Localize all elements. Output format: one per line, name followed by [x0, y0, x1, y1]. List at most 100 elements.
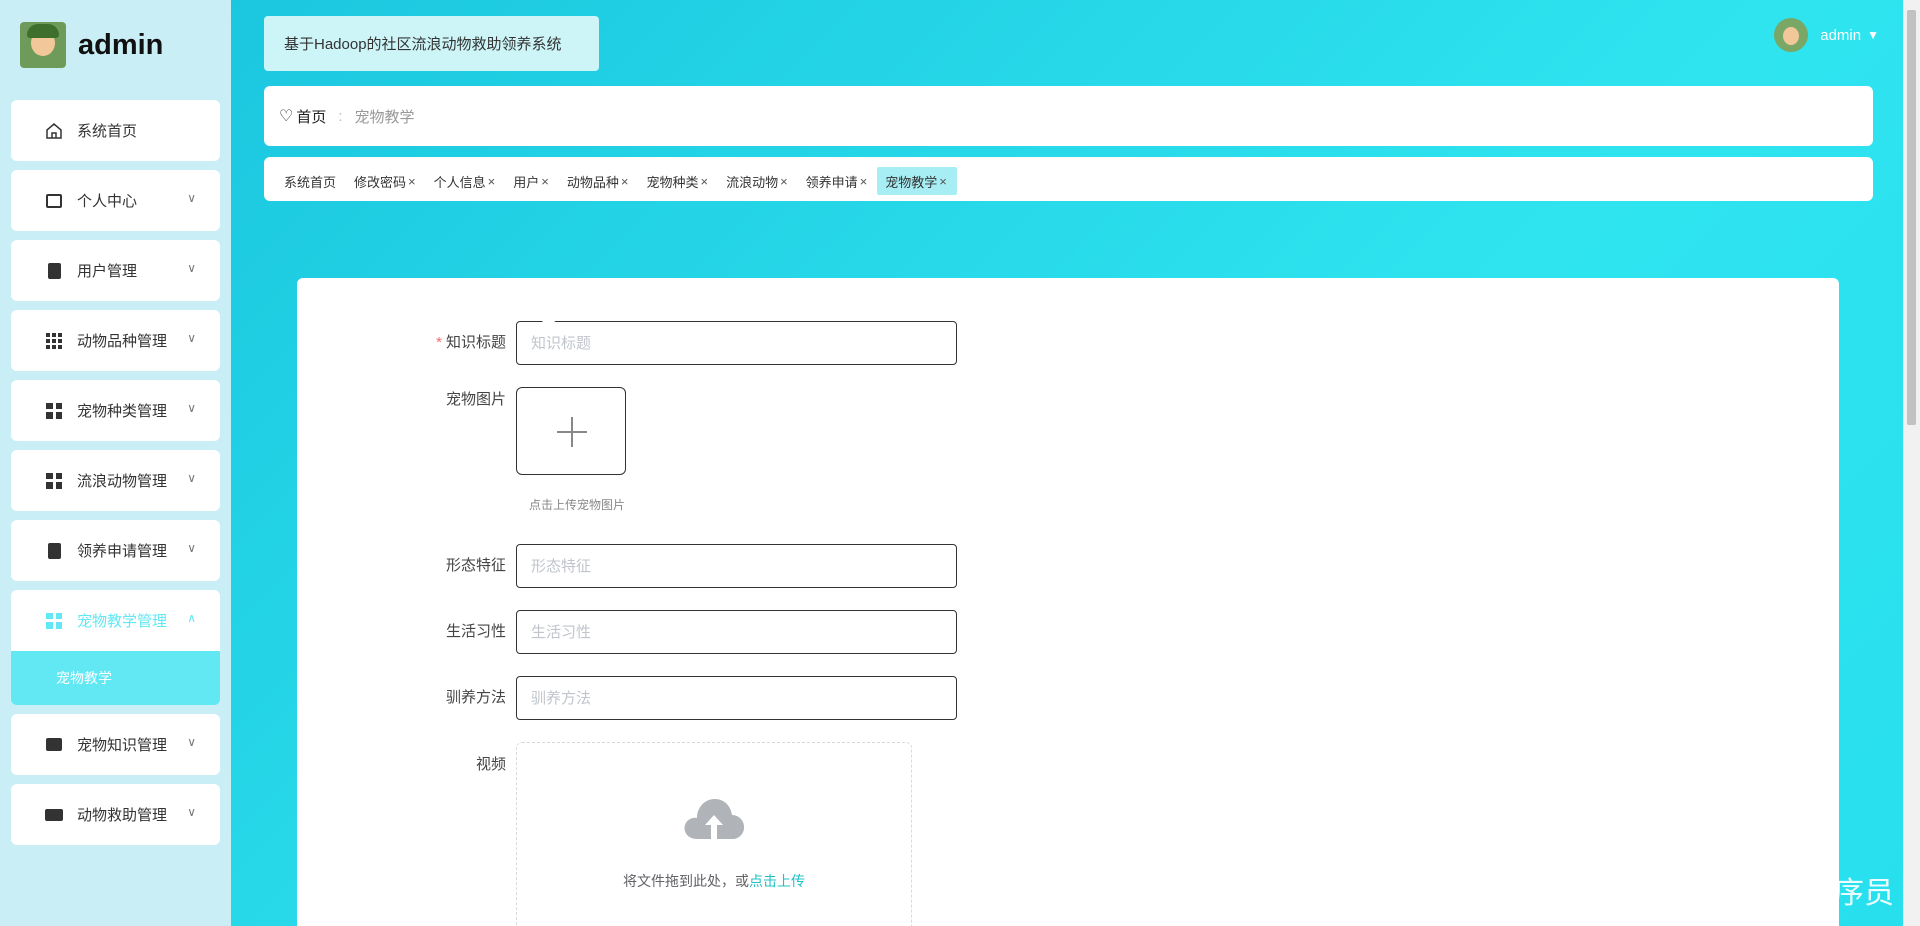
sidebar-item-home[interactable]: 系统首页 — [11, 100, 220, 161]
tab-label: 宠物教学 — [885, 175, 938, 190]
training-input[interactable] — [516, 676, 957, 720]
grid-icon — [45, 402, 63, 420]
tab-label: 宠物种类 — [646, 175, 699, 190]
cloud-upload-icon — [684, 799, 745, 839]
image-upload-button[interactable] — [516, 387, 626, 475]
brand: admin — [20, 22, 163, 68]
chevron-down-icon: ∨ — [187, 805, 196, 819]
submenu-item-teaching[interactable]: 宠物教学 — [11, 651, 220, 705]
clipboard-icon — [45, 262, 63, 280]
breadcrumb-separator: : — [338, 107, 343, 125]
close-icon[interactable]: × — [408, 174, 416, 189]
chevron-up-icon: ∧ — [187, 611, 196, 625]
habits-input[interactable] — [516, 610, 957, 654]
sidebar-menu: 系统首页 个人中心 ∨ 用户管理 ∨ 动物品种管理 ∨ 宠物种类管理 ∨ 流浪动… — [11, 100, 220, 854]
user-avatar — [1774, 18, 1809, 52]
close-icon[interactable]: × — [488, 174, 496, 189]
sidebar-item-label: 宠物种类管理 — [77, 403, 168, 420]
drop-instruction: 将文件拖到此处，或 — [623, 873, 749, 889]
title-label: * 知识标题 — [297, 321, 516, 365]
sidebar-item-label: 宠物知识管理 — [77, 737, 168, 754]
sidebar-item-label: 宠物教学管理 — [77, 613, 168, 630]
label-text: 知识标题 — [445, 334, 506, 351]
wallet-icon — [45, 736, 63, 754]
sidebar-item-pet-types[interactable]: 宠物种类管理 ∨ — [11, 380, 220, 441]
admin-avatar — [20, 22, 66, 68]
form-row-image: 宠物图片 — [297, 387, 626, 475]
dropzone-text: 将文件拖到此处，或点击上传 — [517, 871, 911, 891]
scrollbar-thumb[interactable] — [1907, 10, 1916, 425]
sidebar-item-label: 领养申请管理 — [77, 543, 168, 560]
sidebar-item-users[interactable]: 用户管理 ∨ — [11, 240, 220, 301]
close-icon[interactable]: × — [780, 174, 788, 189]
tab-adoptions[interactable]: 领养申请 × — [798, 167, 878, 195]
close-icon[interactable]: × — [939, 174, 947, 189]
sidebar-item-adoptions[interactable]: 领养申请管理 ∨ — [11, 520, 220, 581]
video-dropzone[interactable]: 将文件拖到此处，或点击上传 — [516, 742, 912, 926]
tab-home[interactable]: 系统首页 — [276, 167, 346, 195]
tab-personal-info[interactable]: 个人信息 × — [426, 167, 506, 195]
sidebar: admin 系统首页 个人中心 ∨ 用户管理 ∨ 动物品种管理 ∨ 宠物种类管理… — [0, 0, 231, 926]
sidebar-item-rescue[interactable]: 动物救助管理 ∨ — [11, 784, 220, 845]
required-mark: * — [436, 334, 442, 351]
system-title: 基于Hadoop的社区流浪动物救助领养系统 — [264, 16, 599, 71]
chevron-down-icon: ∨ — [187, 331, 196, 345]
sidebar-item-label: 动物品种管理 — [77, 333, 168, 350]
grid-icon — [45, 472, 63, 490]
user-menu[interactable]: admin ▼ — [1774, 18, 1879, 52]
features-label: 形态特征 — [445, 557, 506, 574]
form-card: *知识标题 宠物图片 点击上传宠物图片 形态特征 生活习性 驯养方法 视频 — [297, 278, 1839, 926]
tab-label: 流浪动物 — [726, 175, 779, 190]
tab-breeds[interactable]: 动物品种 × — [559, 167, 639, 195]
tab-change-password[interactable]: 修改密码 × — [346, 167, 426, 195]
chevron-down-icon: ∨ — [187, 735, 196, 749]
chevron-down-icon: ∨ — [187, 471, 196, 485]
close-icon[interactable]: × — [700, 174, 708, 189]
features-input[interactable] — [516, 544, 957, 588]
tab-label: 个人信息 — [433, 175, 486, 190]
training-label: 驯养方法 — [445, 689, 506, 706]
tab-label: 系统首页 — [284, 175, 337, 190]
plus-icon-bar — [571, 417, 573, 447]
sidebar-item-label: 系统首页 — [77, 123, 138, 140]
close-icon[interactable]: × — [541, 174, 549, 189]
sidebar-item-strays[interactable]: 流浪动物管理 ∨ — [11, 450, 220, 511]
chevron-down-icon: ∨ — [187, 541, 196, 555]
close-icon[interactable]: × — [860, 174, 868, 189]
breadcrumb-current: 宠物教学 — [354, 108, 415, 126]
sidebar-item-label: 流浪动物管理 — [77, 473, 168, 490]
sidebar-item-breeds[interactable]: 动物品种管理 ∨ — [11, 310, 220, 371]
form-row-features: 形态特征 — [297, 544, 957, 588]
tab-users[interactable]: 用户 × — [505, 167, 559, 195]
tab-teaching[interactable]: 宠物教学 × — [877, 167, 957, 195]
sidebar-item-knowledge[interactable]: 宠物知识管理 ∨ — [11, 714, 220, 775]
caret-down-icon: ▼ — [1867, 28, 1879, 42]
home-icon — [45, 122, 63, 140]
ticket-icon — [45, 806, 63, 824]
page-scrollbar[interactable] — [1903, 0, 1920, 926]
tab-label: 领养申请 — [805, 175, 858, 190]
sidebar-item-profile[interactable]: 个人中心 ∨ — [11, 170, 220, 231]
tabs-bar: 系统首页 修改密码 × 个人信息 × 用户 × 动物品种 × 宠物种类 × 流浪动物 × 领… — [264, 157, 1873, 201]
tab-label: 动物品种 — [566, 175, 619, 190]
tab-pet-types[interactable]: 宠物种类 × — [638, 167, 718, 195]
clipboard-icon — [45, 542, 63, 560]
form-row-habits: 生活习性 — [297, 610, 957, 654]
close-icon[interactable]: × — [621, 174, 629, 189]
form-row-training: 驯养方法 — [297, 676, 957, 720]
heart-icon: ♡ — [279, 108, 294, 125]
sidebar-item-teaching[interactable]: 宠物教学管理 ∧ — [11, 590, 220, 651]
sidebar-item-label: 个人中心 — [77, 193, 138, 210]
form-row-video: 视频 将文件拖到此处，或点击上传 — [297, 742, 912, 926]
tab-label: 修改密码 — [354, 175, 407, 190]
click-upload-link[interactable]: 点击上传 — [749, 873, 805, 889]
chevron-down-icon: ∨ — [187, 191, 196, 205]
chevron-down-icon: ∨ — [187, 261, 196, 275]
chevron-down-icon: ∨ — [187, 401, 196, 415]
grid-icon — [45, 612, 63, 630]
title-input[interactable] — [516, 321, 957, 365]
tab-strays[interactable]: 流浪动物 × — [718, 167, 798, 195]
breadcrumb-home[interactable]: 首页 — [296, 106, 326, 127]
grid-icon — [45, 332, 63, 350]
sidebar-item-label: 用户管理 — [77, 263, 138, 280]
